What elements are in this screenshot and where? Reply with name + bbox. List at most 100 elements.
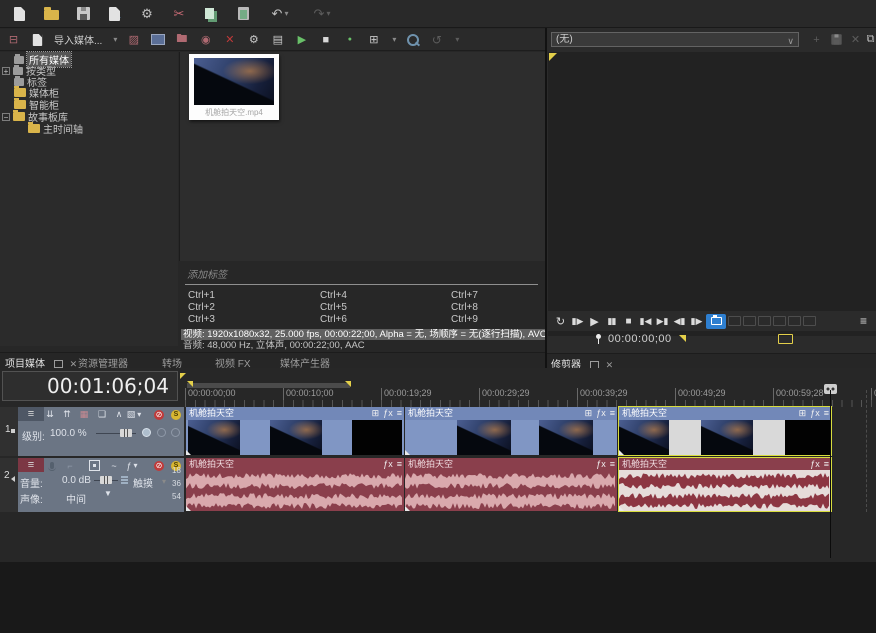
automation-settings-button[interactable] xyxy=(142,428,151,437)
audio-event-1[interactable]: 机舱拍天空 ƒx≡ xyxy=(186,458,404,511)
undo-chevron-icon[interactable]: ▾ xyxy=(284,9,288,18)
level-slider-handle[interactable] xyxy=(120,429,132,437)
media-properties-icon[interactable]: ⚙ xyxy=(246,32,261,47)
media-fx-icon[interactable]: ▤ xyxy=(270,32,285,47)
trimmer-preview[interactable] xyxy=(548,52,876,336)
event-menu-icon[interactable]: ≡ xyxy=(824,407,829,420)
record-arm-button[interactable] xyxy=(46,460,58,471)
next-frame-button[interactable]: ▮▶ xyxy=(689,314,704,329)
video-event-2[interactable]: 机舱拍天空 ⊞ƒx≡ xyxy=(405,407,617,455)
envelope-button[interactable]: ~ xyxy=(108,460,120,471)
playhead-line[interactable] xyxy=(830,390,831,558)
event-menu-icon[interactable]: ≡ xyxy=(397,407,402,420)
volume-slider-handle[interactable] xyxy=(100,476,112,484)
video-event-3-selected[interactable]: 机舱拍天空 ⊞ƒx≡ xyxy=(619,407,831,455)
track-minimize-button[interactable]: ⇊ xyxy=(44,409,56,420)
save-project-button[interactable] xyxy=(74,5,92,23)
bypass-motion-blur-button[interactable]: ▦ xyxy=(78,409,90,420)
view-mode-chevron-icon[interactable]: ▾ xyxy=(392,35,396,44)
play-from-start-button[interactable]: ▮▶ xyxy=(570,314,585,329)
paste-button[interactable] xyxy=(234,5,252,23)
stop-button[interactable]: ■ xyxy=(621,314,636,329)
event-fx-icon[interactable]: ƒx xyxy=(596,458,606,470)
loop-start-marker[interactable] xyxy=(187,381,193,387)
automation-mode-icon[interactable] xyxy=(118,474,130,485)
get-media-from-device-icon[interactable]: 🖿 xyxy=(174,32,189,47)
video-event-1[interactable]: 机舱拍天空 ⊞ƒx≡ xyxy=(186,407,404,455)
preview-play-icon[interactable]: ▶ xyxy=(294,32,309,47)
track-fx-button[interactable]: ƒ▾ xyxy=(126,460,138,471)
event-menu-icon[interactable]: ≡ xyxy=(824,458,829,470)
pan-chevron-icon[interactable]: ▼ xyxy=(104,489,112,498)
undo-button[interactable]: ↶▾ xyxy=(266,5,294,23)
loop-region-icon[interactable] xyxy=(778,334,793,344)
pause-button[interactable]: ▮▮ xyxy=(604,314,619,329)
timeline-position-timecode[interactable]: 00:01:06;04 xyxy=(2,371,178,401)
extract-audio-icon[interactable]: ◉ xyxy=(198,32,213,47)
pan-crop-icon[interactable]: ⊞ xyxy=(799,407,807,420)
event-fx-icon[interactable]: ƒx xyxy=(810,458,820,470)
cut-button[interactable]: ✂ xyxy=(170,5,188,23)
play-button[interactable]: ▶ xyxy=(587,314,602,329)
event-menu-icon[interactable]: ≡ xyxy=(397,458,402,470)
track-drag-handle[interactable]: ≡ xyxy=(18,407,44,421)
event-fx-icon[interactable]: ƒx xyxy=(810,407,820,420)
copy-button[interactable] xyxy=(202,5,220,23)
pan-crop-icon[interactable]: ⊞ xyxy=(585,407,593,420)
zoom-tool-icon[interactable] xyxy=(405,32,420,47)
project-properties-button[interactable]: ⚙ xyxy=(138,5,156,23)
input-monitor-button[interactable]: ⌐ xyxy=(64,460,76,471)
marquee-select-icon[interactable]: ▨ xyxy=(126,32,141,47)
automation-chevron-icon[interactable]: ▾ xyxy=(162,477,166,486)
go-to-end-button[interactable]: ▶▮ xyxy=(655,314,670,329)
events-area[interactable]: 机舱拍天空 ⊞ƒx≡ 机舱拍天空 ⊞ƒx≡ 机舱拍天空 ⊞ƒx≡ 机舱拍天空 xyxy=(185,407,876,537)
auto-preview-icon[interactable]: ● xyxy=(342,32,357,47)
import-media-icon[interactable] xyxy=(30,32,45,47)
audio-event-3-selected[interactable]: 机舱拍天空 ƒx≡ xyxy=(619,458,831,511)
mute-button[interactable]: ⊘ xyxy=(153,460,165,471)
go-to-start-button[interactable]: ▮◀ xyxy=(638,314,653,329)
new-project-button[interactable] xyxy=(10,5,28,23)
track-fx-button[interactable]: ∧ xyxy=(113,409,125,420)
trimmer-timecode[interactable]: 00:00:00;00 xyxy=(608,333,672,345)
tree-item-main-timeline[interactable]: 主时间轴 xyxy=(28,123,83,134)
audio-track-header[interactable]: 2 ≡ ⌐ ~ ƒ▾ ⊘ S 音量: 0.0 dB 触摸 ▾ 声像: 中间 ▼ … xyxy=(0,458,184,512)
collapse-minus-icon[interactable]: − xyxy=(2,113,10,121)
loop-playback-button[interactable]: ↻ xyxy=(553,314,568,329)
expand-plus-icon[interactable]: + xyxy=(2,67,10,75)
timeline-ruler[interactable]: 00:00:00;00 00:00:10;00 00:00:19;29 00:0… xyxy=(185,372,876,407)
capture-video-icon[interactable] xyxy=(150,32,165,47)
track-drag-handle[interactable]: ≡ xyxy=(18,458,44,472)
import-chevron-icon[interactable]: ▾ xyxy=(113,35,117,44)
loop-end-marker[interactable] xyxy=(345,381,351,387)
track-restore-button[interactable]: ⇈ xyxy=(61,409,73,420)
event-menu-icon[interactable]: ≡ xyxy=(610,458,615,470)
marker-triangle-icon[interactable] xyxy=(679,335,686,342)
previous-frame-button[interactable]: ◀▮ xyxy=(672,314,687,329)
track-motion-button[interactable] xyxy=(88,460,100,471)
open-project-button[interactable] xyxy=(42,5,60,23)
video-track-header[interactable]: 1 ≡ ⇊ ⇈ ▦ ❑ ∧ ▧▾ ⊘ S 级别: 100.0 % xyxy=(0,407,184,456)
view-mode-icon[interactable]: ⊞ xyxy=(366,32,381,47)
event-menu-icon[interactable]: ≡ xyxy=(610,407,615,420)
media-file-card[interactable]: 机舱拍天空.mp4 xyxy=(189,54,279,120)
import-media-button[interactable]: 导入媒体... xyxy=(54,32,102,47)
transport-menu-button[interactable]: ≡ xyxy=(856,314,871,329)
preset-dropdown[interactable]: (无) ∨ xyxy=(551,32,799,47)
remove-media-icon[interactable]: ✕ xyxy=(222,32,237,47)
compositing-mode-button[interactable]: ▧▾ xyxy=(128,409,140,420)
event-fx-icon[interactable]: ƒx xyxy=(596,407,606,420)
pan-crop-icon[interactable]: ⊞ xyxy=(372,407,380,420)
mute-button[interactable]: ⊘ xyxy=(153,409,165,420)
automation-mode-value[interactable]: 触摸 xyxy=(133,475,153,490)
audio-event-2[interactable]: 机舱拍天空 ƒx≡ xyxy=(405,458,617,511)
preview-stop-icon[interactable]: ■ xyxy=(318,32,333,47)
media-bins-icon[interactable]: ⊟ xyxy=(6,32,21,47)
pan-value[interactable]: 中间 xyxy=(66,491,86,506)
render-as-button[interactable]: ▸ xyxy=(106,5,124,23)
marker-pin-icon[interactable] xyxy=(596,334,601,339)
tag-input[interactable]: 添加标签 xyxy=(181,263,544,281)
solo-button[interactable]: S xyxy=(170,409,182,420)
create-subclip-button[interactable] xyxy=(706,314,726,329)
trimmer-settings-button[interactable]: ⧉ xyxy=(863,32,876,47)
